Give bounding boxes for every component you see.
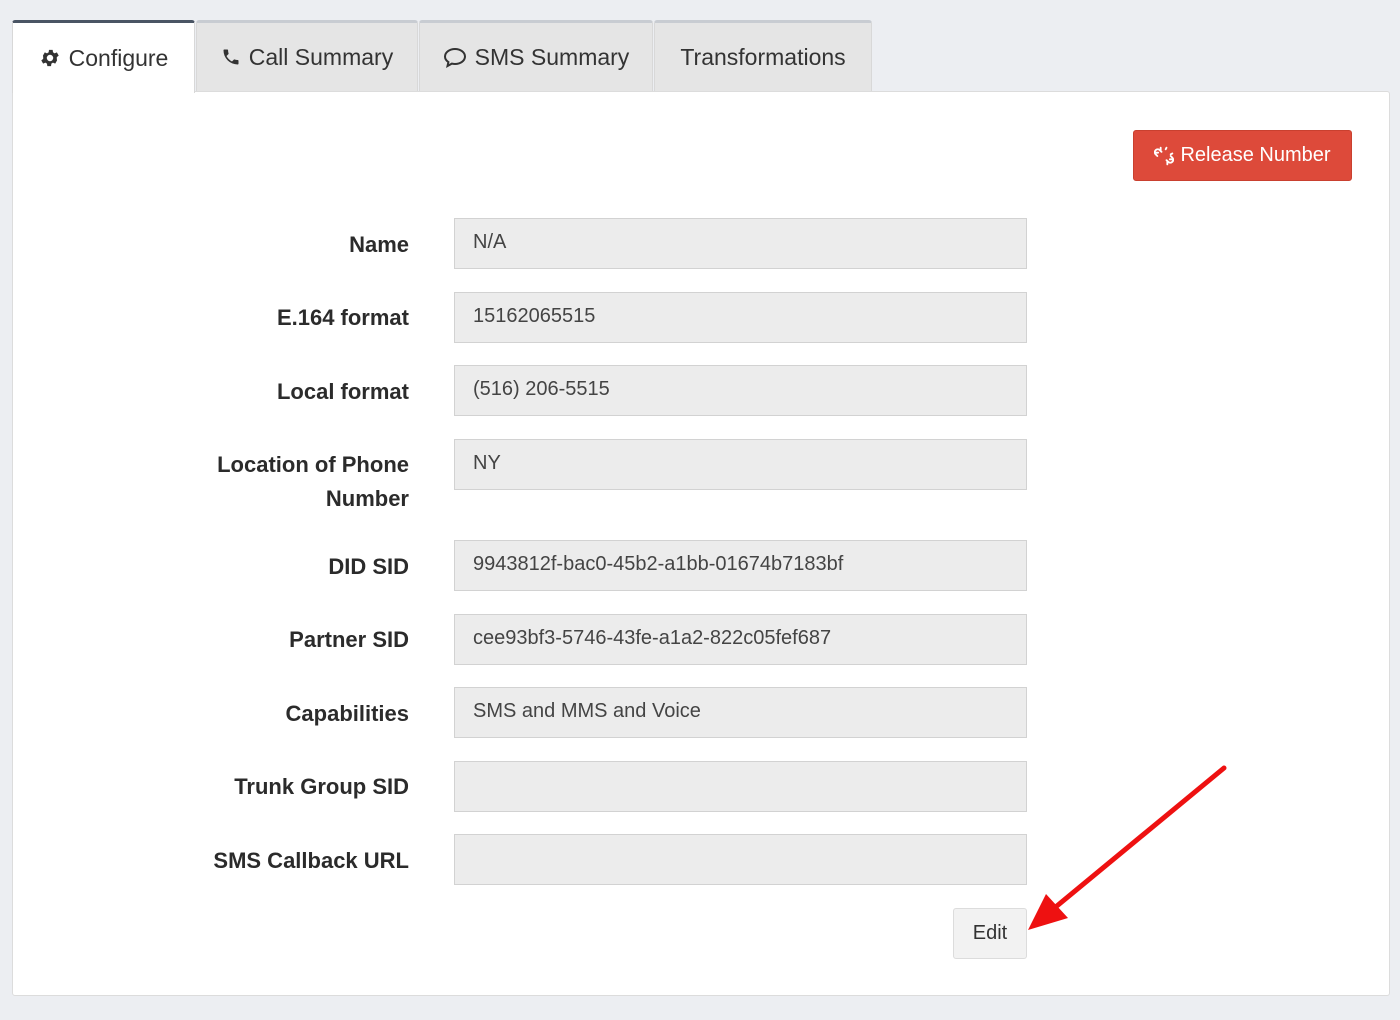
annotation-arrow bbox=[1028, 765, 1227, 930]
tab-label: Configure bbox=[68, 44, 169, 71]
tab-configure[interactable]: Configure bbox=[12, 20, 195, 93]
gear-icon bbox=[39, 47, 61, 69]
